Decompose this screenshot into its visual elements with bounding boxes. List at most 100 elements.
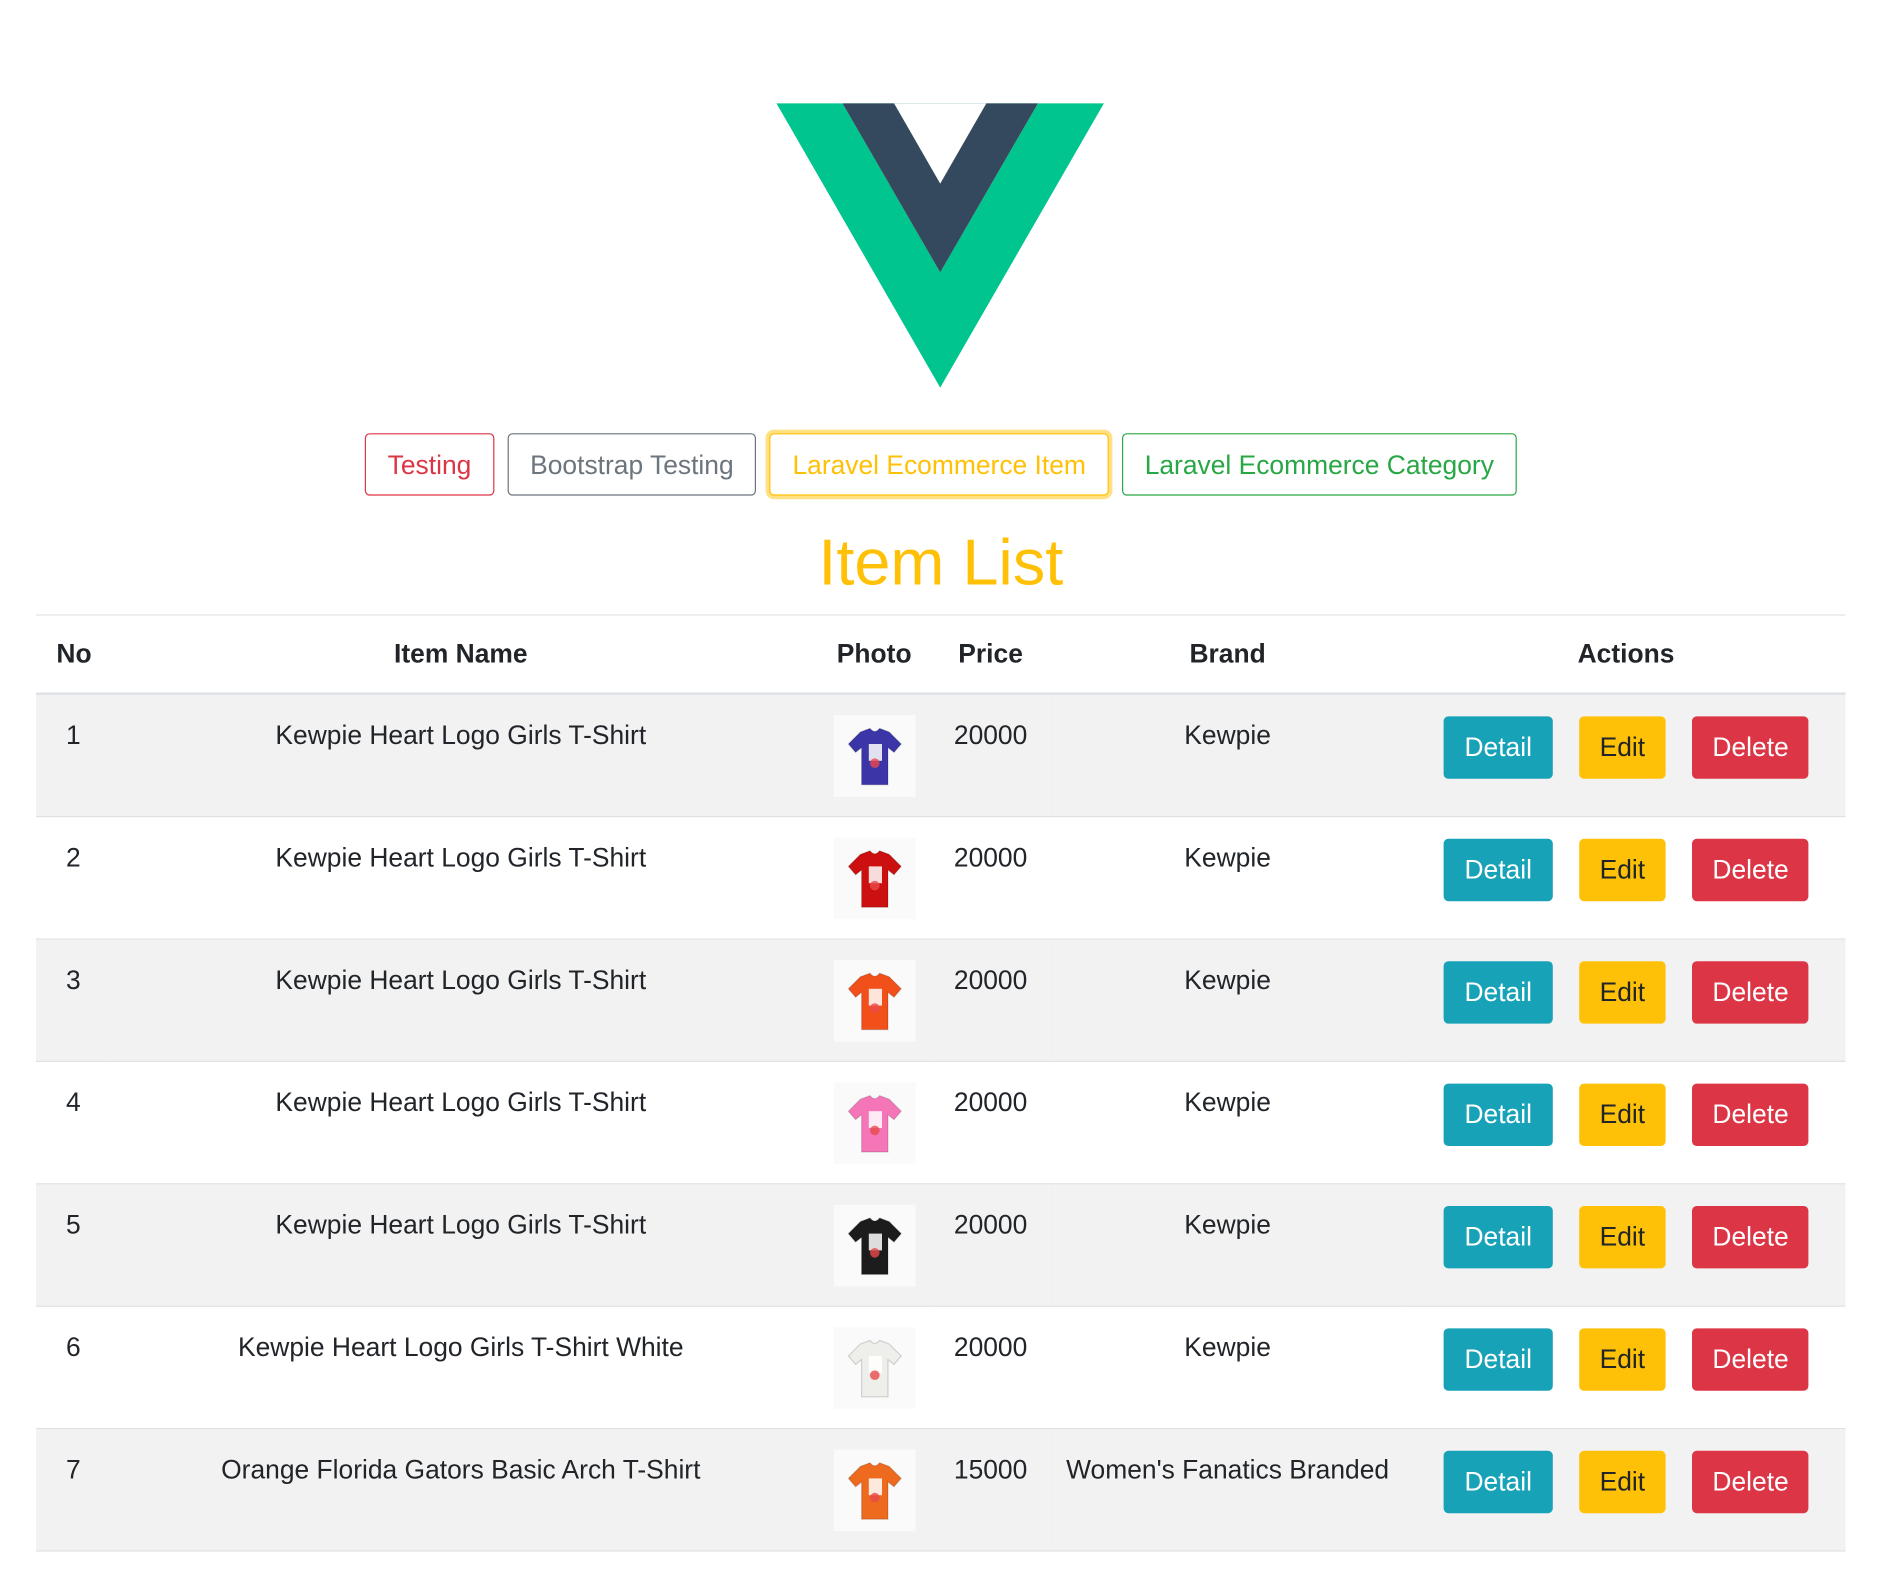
item-price: 20000	[953, 1332, 1028, 1362]
vue-logo-icon	[776, 103, 1104, 388]
header-brand[interactable]: Brand	[1048, 614, 1407, 695]
cell-photo	[816, 1061, 933, 1185]
detail-button[interactable]: Detail	[1443, 1206, 1553, 1269]
table-row: 2 Kewpie Heart Logo Girls T-Shirt 20000 …	[36, 816, 1846, 940]
row-number: 6	[66, 1332, 81, 1362]
delete-button[interactable]: Delete	[1692, 716, 1809, 779]
nav-bar: Testing Bootstrap Testing Laravel Ecomme…	[0, 433, 1882, 496]
item-price: 20000	[953, 720, 1028, 750]
detail-button[interactable]: Detail	[1443, 1450, 1553, 1514]
red-tshirt-photo	[833, 837, 916, 920]
edit-button[interactable]: Edit	[1579, 838, 1666, 902]
cell-brand: Kewpie	[1048, 1183, 1407, 1307]
delete-button[interactable]: Delete	[1692, 838, 1809, 902]
cell-photo	[816, 939, 933, 1063]
cell-photo	[816, 693, 933, 818]
item-brand: Kewpie	[1184, 1332, 1271, 1362]
item-brand: Kewpie	[1184, 842, 1271, 873]
delete-button[interactable]: Delete	[1692, 1206, 1809, 1269]
item-price: 15000	[953, 1454, 1028, 1485]
table-body: 1 Kewpie Heart Logo Girls T-Shirt 20000 …	[36, 693, 1846, 1552]
delete-button[interactable]: Delete	[1692, 961, 1809, 1024]
bootstrap-testing-button[interactable]: Bootstrap Testing	[507, 433, 757, 496]
row-number: 1	[66, 720, 81, 750]
row-actions: Detail Edit Delete	[1406, 1184, 1845, 1269]
header-photo[interactable]: Photo	[816, 614, 933, 695]
tshirt-photo-icon	[846, 727, 902, 786]
cell-actions: Detail Edit Delete	[1406, 816, 1846, 940]
cell-brand: Kewpie	[1048, 693, 1407, 818]
item-name: Kewpie Heart Logo Girls T-Shirt	[275, 842, 647, 873]
blue-tshirt-photo	[833, 715, 916, 797]
cell-photo	[816, 816, 933, 940]
item-name: Kewpie Heart Logo Girls T-Shirt White	[238, 1332, 684, 1362]
detail-button[interactable]: Detail	[1443, 716, 1553, 779]
item-table-container: No Item Name Photo Price Brand Actions 1…	[36, 614, 1846, 1552]
edit-button[interactable]: Edit	[1579, 1206, 1666, 1269]
row-actions: Detail Edit Delete	[1406, 817, 1845, 902]
table-header: No Item Name Photo Price Brand Actions	[36, 614, 1846, 695]
cell-no: 7	[36, 1428, 106, 1552]
delete-button[interactable]: Delete	[1692, 1450, 1809, 1514]
table-row: 1 Kewpie Heart Logo Girls T-Shirt 20000 …	[36, 693, 1846, 818]
cell-price: 20000	[932, 693, 1049, 818]
detail-button[interactable]: Detail	[1443, 1328, 1553, 1391]
table-row: 5 Kewpie Heart Logo Girls T-Shirt 20000 …	[36, 1183, 1846, 1307]
item-brand: Women's Fanatics Branded	[1066, 1454, 1390, 1485]
cell-brand: Kewpie	[1048, 1306, 1407, 1430]
item-brand: Kewpie	[1184, 1209, 1271, 1240]
item-name: Kewpie Heart Logo Girls T-Shirt	[275, 720, 647, 750]
row-number: 7	[66, 1454, 81, 1485]
cell-brand: Kewpie	[1048, 816, 1407, 940]
cell-no: 6	[36, 1306, 106, 1430]
edit-button[interactable]: Edit	[1579, 1328, 1666, 1391]
detail-button[interactable]: Detail	[1443, 1083, 1553, 1146]
cell-item-name: Kewpie Heart Logo Girls T-Shirt	[105, 693, 817, 818]
delete-button[interactable]: Delete	[1692, 1328, 1809, 1391]
cell-photo	[816, 1306, 933, 1430]
item-table: No Item Name Photo Price Brand Actions 1…	[36, 614, 1846, 1552]
delete-button[interactable]: Delete	[1692, 1083, 1809, 1146]
row-number: 5	[66, 1209, 81, 1240]
cell-actions: Detail Edit Delete	[1406, 1183, 1846, 1307]
item-brand: Kewpie	[1184, 1087, 1271, 1118]
row-number: 2	[66, 842, 81, 873]
item-price: 20000	[953, 964, 1028, 995]
row-actions: Detail Edit Delete	[1406, 1062, 1845, 1146]
edit-button[interactable]: Edit	[1579, 1450, 1666, 1514]
cell-price: 20000	[932, 1061, 1049, 1185]
tshirt-photo-icon	[846, 850, 902, 908]
testing-button[interactable]: Testing	[364, 433, 495, 496]
item-name: Orange Florida Gators Basic Arch T-Shirt	[221, 1454, 701, 1485]
table-row: 7 Orange Florida Gators Basic Arch T-Shi…	[36, 1428, 1846, 1552]
cell-photo	[816, 1428, 933, 1552]
row-actions: Detail Edit Delete	[1406, 1307, 1845, 1391]
tshirt-photo-icon	[846, 1094, 902, 1153]
header-actions[interactable]: Actions	[1406, 614, 1846, 695]
item-name: Kewpie Heart Logo Girls T-Shirt	[275, 1087, 647, 1118]
orange-gators-tshirt-photo	[833, 1449, 916, 1532]
header-no[interactable]: No	[36, 614, 106, 695]
cell-item-name: Kewpie Heart Logo Girls T-Shirt White	[105, 1306, 817, 1430]
table-row: 4 Kewpie Heart Logo Girls T-Shirt 20000 …	[36, 1061, 1846, 1185]
edit-button[interactable]: Edit	[1579, 716, 1666, 779]
cell-no: 2	[36, 816, 106, 940]
table-row: 6 Kewpie Heart Logo Girls T-Shirt White …	[36, 1306, 1846, 1430]
detail-button[interactable]: Detail	[1443, 838, 1553, 902]
cell-price: 15000	[932, 1428, 1049, 1552]
row-actions: Detail Edit Delete	[1406, 695, 1845, 779]
edit-button[interactable]: Edit	[1579, 1083, 1666, 1146]
item-price: 20000	[953, 1209, 1028, 1240]
item-price: 20000	[953, 842, 1028, 873]
header-price[interactable]: Price	[932, 614, 1049, 695]
laravel-ecommerce-category-button[interactable]: Laravel Ecommerce Category	[1121, 433, 1517, 496]
item-name: Kewpie Heart Logo Girls T-Shirt	[275, 964, 647, 995]
cell-actions: Detail Edit Delete	[1406, 1428, 1846, 1552]
tshirt-photo-icon	[846, 972, 902, 1031]
white-tshirt-photo	[833, 1327, 916, 1409]
item-price: 20000	[953, 1087, 1028, 1118]
laravel-ecommerce-item-button[interactable]: Laravel Ecommerce Item	[769, 433, 1109, 496]
header-item-name[interactable]: Item Name	[105, 614, 817, 695]
detail-button[interactable]: Detail	[1443, 961, 1553, 1024]
edit-button[interactable]: Edit	[1579, 961, 1666, 1024]
